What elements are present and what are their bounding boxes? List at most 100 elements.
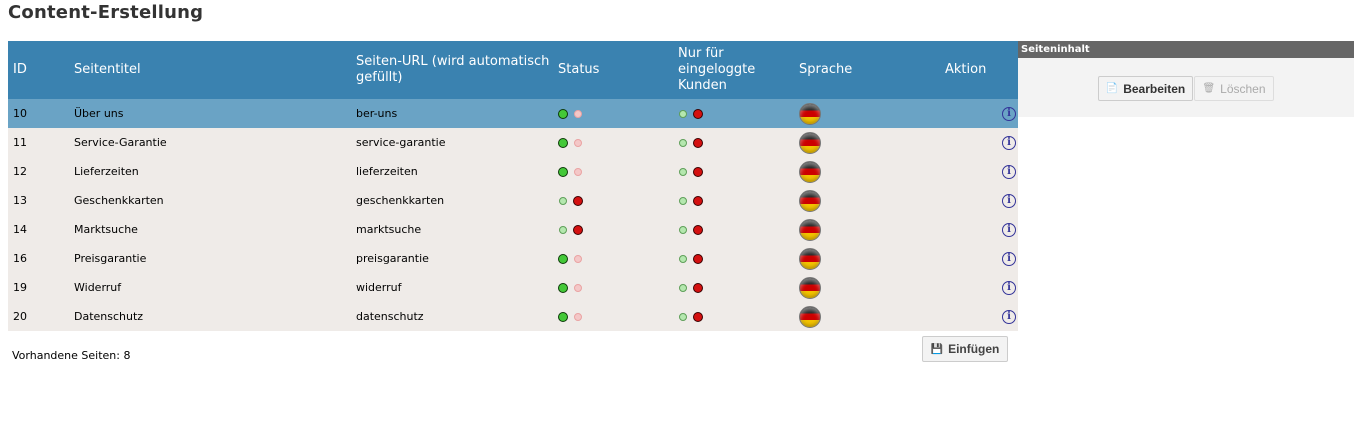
info-icon[interactable]: i [1002,136,1016,150]
cell-language [794,157,940,186]
table-row[interactable]: 12 Lieferzeiten lieferzeiten i [8,157,1018,186]
table-row[interactable]: 14 Marktsuche marktsuche i [8,215,1018,244]
logged-in-off-toggle[interactable] [693,254,703,264]
cell-status [553,215,673,244]
status-inactive-toggle[interactable] [574,168,582,176]
logged-in-on-toggle[interactable] [679,255,687,263]
column-header-url[interactable]: Seiten-URL (wird automatisch gefüllt) [351,41,553,99]
logged-in-off-toggle[interactable] [693,138,703,148]
delete-button[interactable]: 🗑 Löschen [1194,76,1274,101]
cell-url: service-garantie [356,136,446,149]
cell-action: i [940,215,1018,244]
status-active-toggle[interactable] [558,167,568,177]
german-flag-icon [799,305,821,328]
status-active-toggle[interactable] [558,138,568,148]
cell-url: geschenkkarten [356,194,445,207]
table-row[interactable]: 13 Geschenkkarten geschenkkarten i [8,186,1018,215]
german-flag-icon [799,189,821,212]
german-flag-icon [799,160,821,183]
cell-title: Marktsuche [74,223,138,236]
cell-id: 13 [13,194,27,207]
page-title: Content-Erstellung [8,2,204,23]
table-row[interactable]: 20 Datenschutz datenschutz i [8,302,1018,331]
cell-status [553,128,673,157]
table-row[interactable]: 16 Preisgarantie preisgarantie i [8,244,1018,273]
edit-button-label: Bearbeiten [1123,81,1186,96]
info-icon[interactable]: i [1002,252,1016,266]
german-flag-icon [799,276,821,299]
cell-title: Über uns [74,107,124,120]
table-row[interactable]: 11 Service-Garantie service-garantie i [8,128,1018,157]
logged-in-on-toggle[interactable] [679,139,687,147]
status-active-toggle[interactable] [559,197,567,205]
edit-button[interactable]: 📄 Bearbeiten [1098,76,1193,101]
column-header-logged-in[interactable]: Nur für eingeloggte Kunden [673,41,794,99]
cell-logged-in [673,128,794,157]
info-icon[interactable]: i [1002,281,1016,295]
cell-logged-in [673,273,794,302]
cell-title: Service-Garantie [74,136,167,149]
cell-url: marktsuche [356,223,422,236]
cell-url: preisgarantie [356,252,429,265]
column-header-title[interactable]: Seitentitel [69,41,351,99]
info-icon[interactable]: i [1002,107,1016,121]
info-icon[interactable]: i [1002,223,1016,237]
cell-title: Preisgarantie [74,252,147,265]
status-active-toggle[interactable] [559,226,567,234]
column-header-action[interactable]: Aktion [940,41,1018,99]
cell-status [553,302,673,331]
status-inactive-toggle[interactable] [574,313,582,321]
status-inactive-toggle[interactable] [574,284,582,292]
info-icon[interactable]: i [1002,310,1016,324]
logged-in-on-toggle[interactable] [679,313,687,321]
cell-title: Geschenkkarten [74,194,164,207]
table-row[interactable]: 19 Widerruf widerruf i [8,273,1018,302]
cell-title: Lieferzeiten [74,165,139,178]
logged-in-off-toggle[interactable] [693,283,703,293]
status-inactive-toggle[interactable] [574,139,582,147]
cell-logged-in [673,99,794,128]
status-active-toggle[interactable] [558,109,568,119]
logged-in-off-toggle[interactable] [693,312,703,322]
cell-url: lieferzeiten [356,165,418,178]
logged-in-on-toggle[interactable] [679,197,687,205]
status-active-toggle[interactable] [558,254,568,264]
column-header-language[interactable]: Sprache [794,41,940,99]
trash-icon: 🗑 [1202,83,1216,94]
cell-title: Widerruf [74,281,122,294]
status-inactive-toggle[interactable] [574,255,582,263]
cell-id: 12 [13,165,27,178]
cell-language [794,186,940,215]
status-inactive-toggle[interactable] [574,110,582,118]
german-flag-icon [799,102,821,125]
status-inactive-toggle[interactable] [573,196,583,206]
cell-status [553,99,673,128]
cell-logged-in [673,157,794,186]
info-icon[interactable]: i [1002,165,1016,179]
column-header-status[interactable]: Status [553,41,673,99]
logged-in-on-toggle[interactable] [679,284,687,292]
pages-table: ID Seitentitel Seiten-URL (wird automati… [8,41,1018,331]
status-active-toggle[interactable] [558,312,568,322]
logged-in-off-toggle[interactable] [693,109,703,119]
cell-logged-in [673,215,794,244]
cell-logged-in [673,302,794,331]
panel-header: Seiteninhalt [1018,41,1354,58]
status-inactive-toggle[interactable] [573,225,583,235]
page-count: Vorhandene Seiten: 8 [12,349,131,362]
table-row[interactable]: 10 Über uns ber-uns i [8,99,1018,128]
german-flag-icon [799,218,821,241]
cell-url: datenschutz [356,310,424,323]
cell-title: Datenschutz [74,310,144,323]
logged-in-off-toggle[interactable] [693,225,703,235]
logged-in-on-toggle[interactable] [679,110,687,118]
column-header-id[interactable]: ID [8,41,69,99]
info-icon[interactable]: i [1002,194,1016,208]
cell-action: i [940,99,1018,128]
logged-in-off-toggle[interactable] [693,196,703,206]
insert-button[interactable]: 💾 Einfügen [922,336,1008,362]
logged-in-off-toggle[interactable] [693,167,703,177]
logged-in-on-toggle[interactable] [679,226,687,234]
status-active-toggle[interactable] [558,283,568,293]
logged-in-on-toggle[interactable] [679,168,687,176]
